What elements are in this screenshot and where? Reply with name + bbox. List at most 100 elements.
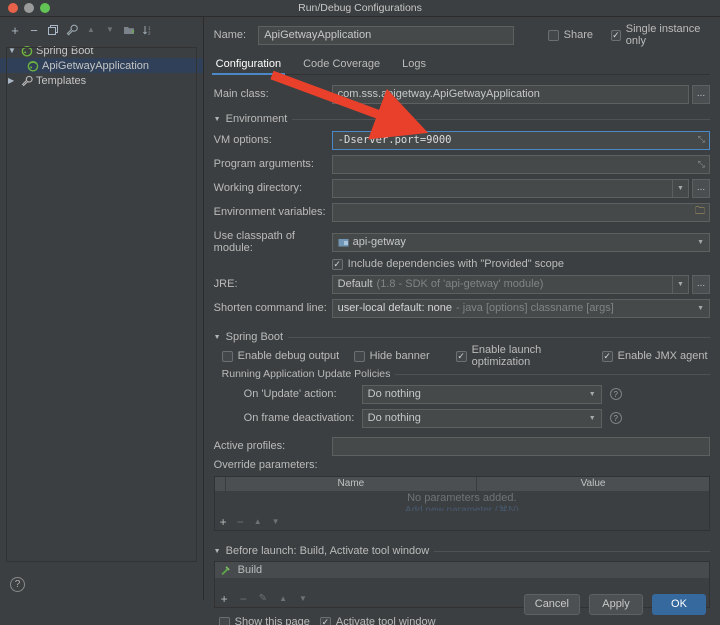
copy-icon[interactable] (46, 23, 60, 37)
program-arguments-input[interactable]: ⤡ (332, 155, 710, 174)
enable-launch-optimization-checkbox-box[interactable] (456, 351, 467, 362)
sidebar-toolbar: + − ▲ ▼ 12 (0, 17, 203, 41)
share-checkbox[interactable]: Share (548, 29, 593, 41)
enable-debug-output-checkbox-box[interactable] (222, 351, 233, 362)
spring-boot-icon (20, 44, 33, 57)
chevron-down-icon[interactable]: ▼ (697, 305, 704, 312)
chevron-down-icon[interactable]: ▼ (214, 548, 221, 555)
apply-button[interactable]: Apply (589, 594, 643, 615)
use-classpath-combobox[interactable]: api-getway ▼ (332, 233, 710, 252)
single-instance-only-checkbox-box[interactable] (611, 30, 621, 41)
enable-launch-optimization-checkbox[interactable]: Enable launch optimization (456, 344, 602, 368)
folder-icon[interactable]: 🗀 (695, 204, 705, 221)
editor-tabs: Configuration Code Coverage Logs (214, 51, 710, 75)
table-empty-message: No parameters added. (215, 492, 709, 504)
expand-editor-icon[interactable]: ⤡ (698, 135, 705, 145)
chevron-down-icon[interactable]: ▼ (8, 47, 17, 55)
section-divider (434, 551, 710, 552)
include-provided-checkbox[interactable]: Include dependencies with "Provided" sco… (332, 258, 564, 270)
vm-options-row: VM options: -Dserver.port=9000 ⤡ (214, 129, 710, 151)
environment-variables-input[interactable]: 🗀 (332, 203, 710, 222)
active-profiles-input[interactable] (332, 437, 710, 456)
use-classpath-label: Use classpath of module: (214, 230, 332, 254)
override-parameters-toolbar: + − ▲ ▼ (215, 513, 709, 530)
vm-options-value: -Dserver.port=9000 (338, 134, 452, 146)
environment-section-label: Environment (226, 113, 288, 125)
hide-banner-checkbox-box[interactable] (354, 351, 365, 362)
before-launch-section-header[interactable]: ▼ Before launch: Build, Activate tool wi… (214, 543, 710, 559)
name-label: Name: (214, 29, 251, 41)
chevron-down-icon[interactable]: ▼ (214, 334, 221, 341)
working-directory-input[interactable] (332, 179, 673, 198)
share-checkbox-box[interactable] (548, 30, 559, 41)
tree-item-apigetwayapplication[interactable]: ApiGetwayApplication (0, 58, 203, 73)
move-parameter-up-icon[interactable]: ▲ (254, 518, 262, 526)
vm-options-input[interactable]: -Dserver.port=9000 ⤡ (332, 131, 710, 150)
tab-code-coverage[interactable]: Code Coverage (303, 58, 380, 74)
chevron-right-icon[interactable]: ▶ (8, 77, 17, 85)
enable-jmx-agent-checkbox-box[interactable] (602, 351, 613, 362)
cancel-button[interactable]: Cancel (524, 594, 580, 615)
table-empty-link-clipped[interactable]: Add new parameter (⌘N) (215, 505, 709, 511)
tab-logs[interactable]: Logs (402, 58, 426, 74)
table-gutter-header (215, 477, 226, 491)
move-up-icon[interactable]: ▲ (84, 23, 98, 37)
jre-hint: (1.8 - SDK of 'api-getway' module) (377, 278, 544, 290)
include-provided-label: Include dependencies with "Provided" sco… (348, 258, 564, 270)
configuration-form: Main class: com.sss.apigetway.ApiGetwayA… (214, 75, 710, 625)
add-parameter-icon[interactable]: + (220, 516, 227, 528)
move-down-icon[interactable]: ▼ (103, 23, 117, 37)
enable-jmx-agent-checkbox[interactable]: Enable JMX agent (602, 350, 708, 362)
shorten-command-line-combobox[interactable]: user-local default: none - java [options… (332, 299, 710, 318)
on-frame-deactivation-value: Do nothing (368, 412, 421, 424)
enable-jmx-agent-label: Enable JMX agent (618, 350, 708, 362)
window-titlebar: Run/Debug Configurations (0, 0, 720, 17)
main-class-input[interactable]: com.sss.apigetway.ApiGetwayApplication (332, 85, 689, 104)
working-directory-browse-button[interactable]: ... (692, 179, 710, 198)
before-launch-task-build[interactable]: Build (215, 562, 709, 578)
single-instance-only-checkbox[interactable]: Single instance only (611, 23, 710, 47)
on-update-action-help-icon[interactable]: ? (610, 388, 622, 400)
chevron-down-icon[interactable]: ▼ (589, 391, 596, 398)
add-icon[interactable]: + (8, 23, 22, 37)
chevron-down-icon[interactable]: ▼ (673, 275, 689, 294)
spring-boot-section-header[interactable]: ▼ Spring Boot (214, 329, 710, 345)
table-body[interactable]: No parameters added. Add new parameter (… (215, 491, 709, 513)
chevron-down-icon[interactable]: ▼ (589, 415, 596, 422)
remove-parameter-icon[interactable]: − (237, 516, 244, 528)
active-profiles-row: Active profiles: (214, 435, 710, 457)
remove-icon[interactable]: − (27, 23, 41, 37)
move-parameter-down-icon[interactable]: ▼ (272, 518, 280, 526)
environment-section-header[interactable]: ▼ Environment (214, 111, 710, 127)
override-parameters-label: Override parameters: (214, 459, 710, 474)
name-row: Name: ApiGetwayApplication Share Single … (214, 22, 710, 48)
tab-configuration[interactable]: Configuration (216, 58, 281, 74)
on-update-action-combobox[interactable]: Do nothing ▼ (362, 385, 602, 404)
wrench-icon[interactable] (65, 23, 79, 37)
enable-debug-output-checkbox[interactable]: Enable debug output (222, 350, 354, 362)
hide-banner-checkbox[interactable]: Hide banner (354, 350, 456, 362)
tree-item-spring-boot[interactable]: ▼ Spring Boot (0, 43, 203, 58)
on-frame-deactivation-combobox[interactable]: Do nothing ▼ (362, 409, 602, 428)
spring-boot-section-label: Spring Boot (226, 331, 283, 343)
name-input[interactable]: ApiGetwayApplication (258, 26, 513, 45)
shorten-command-line-value: user-local default: none (338, 302, 452, 314)
table-header-name[interactable]: Name (226, 477, 477, 491)
chevron-down-icon[interactable]: ▼ (697, 239, 704, 246)
ok-button[interactable]: OK (652, 594, 706, 615)
jre-browse-button[interactable]: ... (692, 275, 710, 294)
chevron-down-icon[interactable]: ▼ (214, 116, 221, 123)
expand-editor-icon[interactable]: ⤡ (698, 159, 705, 170)
include-provided-checkbox-box[interactable] (332, 259, 343, 270)
sidebar-panel-border (6, 47, 197, 562)
main-class-browse-button[interactable]: ... (692, 85, 710, 104)
configuration-editor-pane: Name: ApiGetwayApplication Share Single … (204, 17, 720, 600)
on-frame-deactivation-help-icon[interactable]: ? (610, 412, 622, 424)
use-classpath-row: Use classpath of module: api-getway ▼ (214, 231, 710, 253)
jre-combobox[interactable]: Default (1.8 - SDK of 'api-getway' modul… (332, 275, 673, 294)
table-header-value[interactable]: Value (477, 477, 709, 491)
chevron-down-icon[interactable]: ▼ (673, 179, 689, 198)
sort-configurations-icon[interactable]: 12 (141, 23, 155, 37)
move-into-folder-icon[interactable] (122, 23, 136, 37)
tree-item-templates[interactable]: ▶ Templates (0, 73, 203, 88)
